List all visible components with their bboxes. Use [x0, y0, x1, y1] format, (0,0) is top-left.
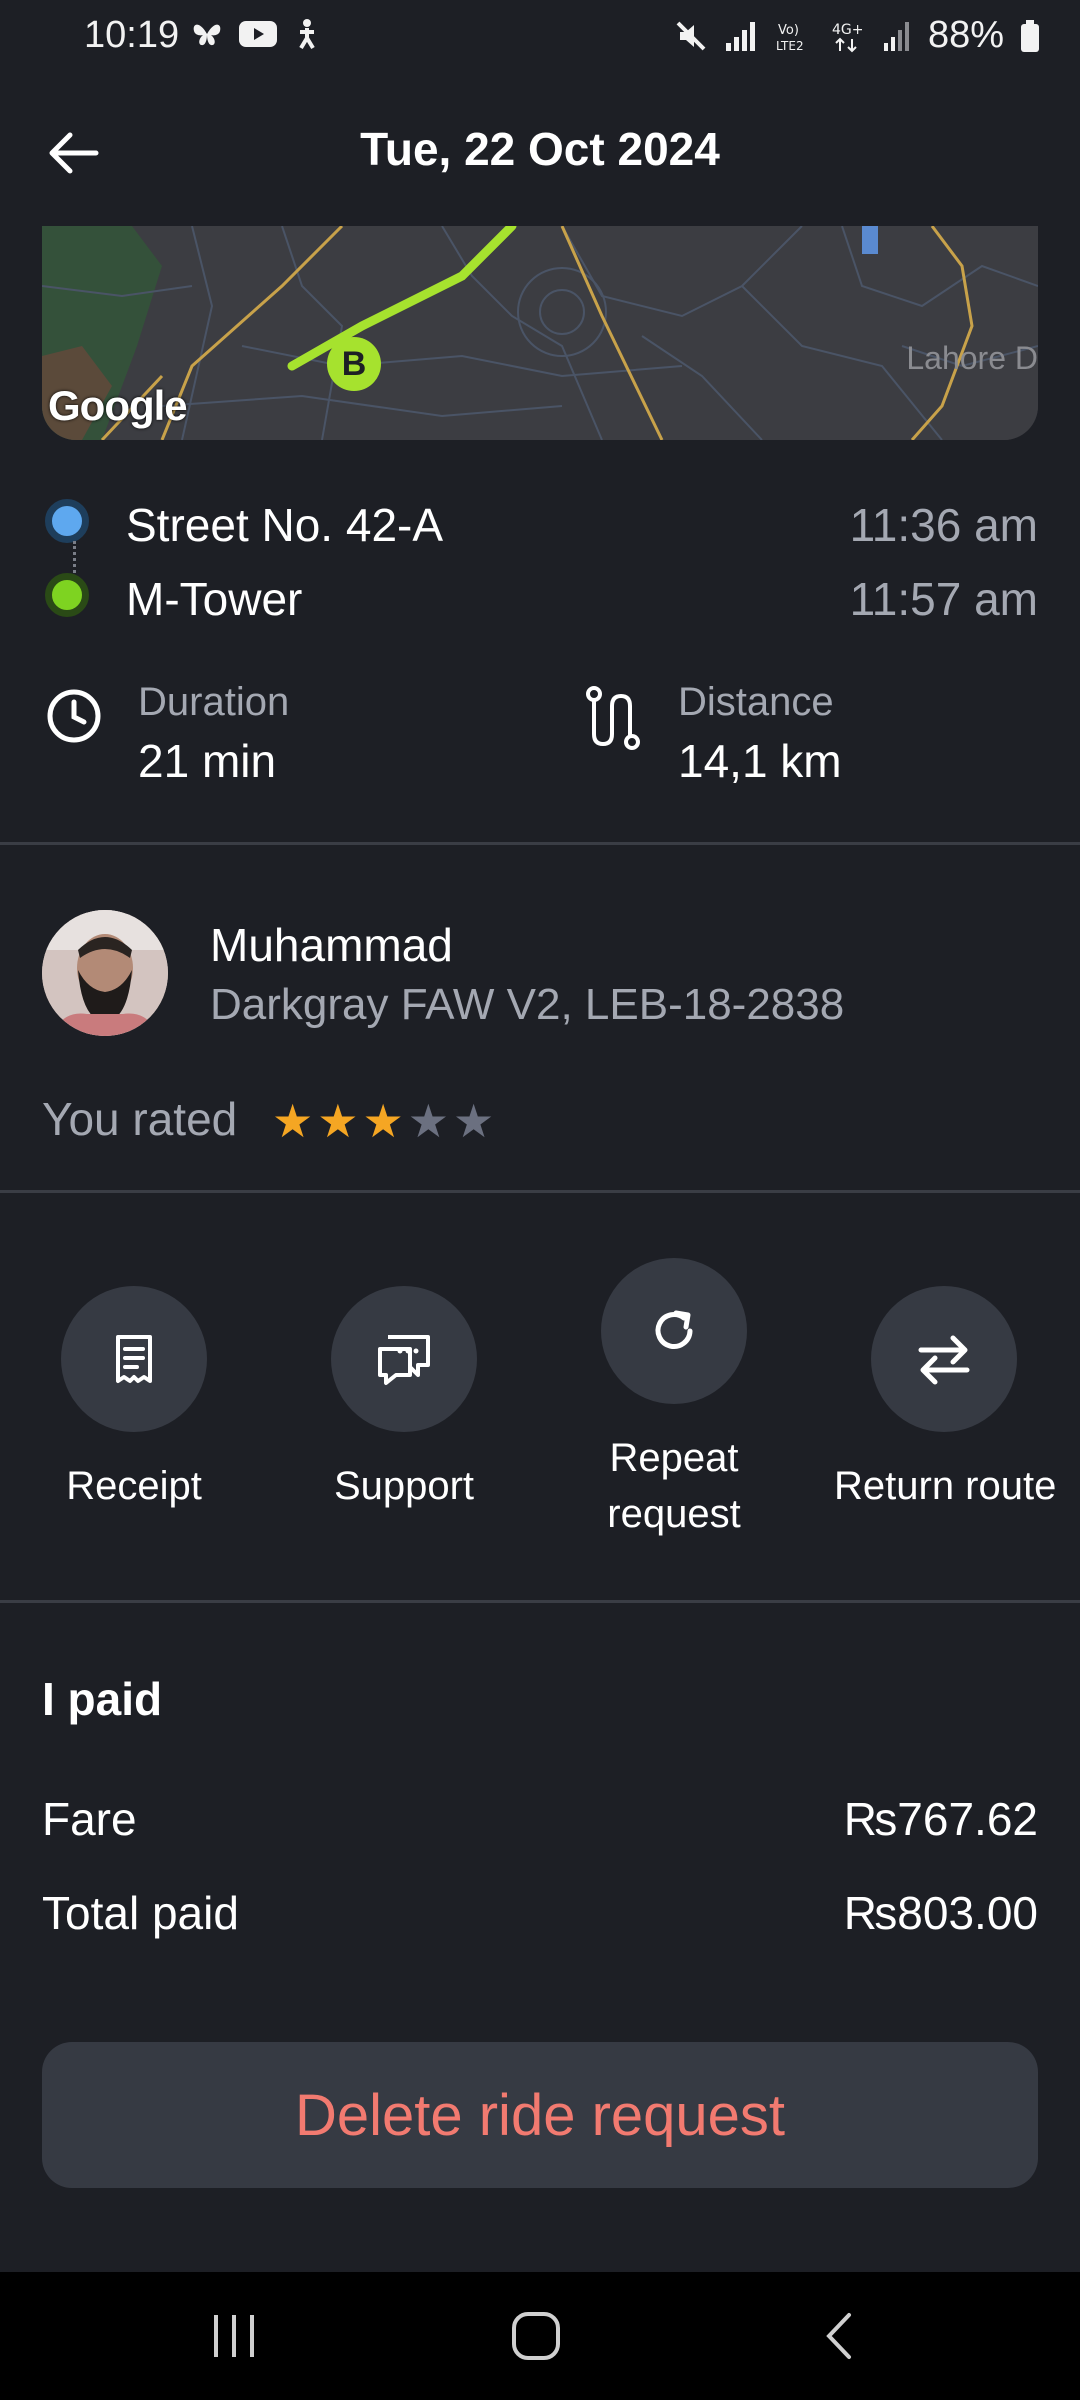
butterfly-icon — [193, 24, 221, 46]
distance-value: 14,1 km — [678, 735, 842, 787]
map-streets — [42, 226, 1038, 440]
star-filled-icon[interactable]: ★ — [317, 1096, 358, 1146]
distance-label: Distance — [678, 680, 834, 724]
dropoff-dot-icon — [45, 573, 89, 617]
divider — [0, 842, 1080, 845]
clock-icon — [47, 689, 101, 743]
star-empty-icon[interactable]: ★ — [453, 1096, 494, 1146]
recent-apps-icon — [214, 2315, 254, 2357]
driver-vehicle: Darkgray FAW V2, LEB-18-2838 — [210, 980, 845, 1029]
receipt-icon — [116, 1335, 152, 1383]
back-nav-button[interactable] — [738, 2272, 938, 2400]
chat-support-icon — [378, 1335, 430, 1385]
repeat-request-label: Repeat request — [607, 1436, 741, 1536]
duration-label: Duration — [138, 680, 290, 724]
rating-stars[interactable]: ★ ★ ★ ★ ★ — [272, 1096, 494, 1146]
dropoff-time: 11:57 am — [849, 573, 1038, 625]
star-filled-icon[interactable]: ★ — [272, 1096, 313, 1146]
support-button-circle[interactable] — [331, 1286, 477, 1432]
duration-value: 21 min — [138, 735, 277, 787]
system-navigation-bar — [0, 2272, 1080, 2400]
map-place-label: Lahore D — [906, 340, 1038, 376]
status-time: 10:19 — [84, 14, 180, 56]
recent-apps-button[interactable] — [134, 2272, 334, 2400]
status-notification-icons — [190, 18, 322, 50]
battery-percentage: 88% — [927, 14, 1004, 56]
volte-icon: Vo)LTE2 — [776, 23, 804, 53]
dropoff-address: M-Tower — [126, 573, 303, 625]
driver-avatar — [42, 910, 168, 1036]
repeat-request-button-circle[interactable] — [601, 1258, 747, 1404]
receipt-label: Receipt — [66, 1464, 202, 1508]
svg-text:Vo): Vo) — [778, 23, 799, 38]
star-filled-icon[interactable]: ★ — [363, 1096, 404, 1146]
fare-label: Fare — [42, 1793, 137, 1845]
return-route-button-circle[interactable] — [871, 1286, 1017, 1432]
driver-photo — [42, 910, 168, 1036]
driver-name: Muhammad — [210, 919, 453, 971]
route-map[interactable]: B Lahore D Google — [42, 226, 1038, 440]
payment-section-title: I paid — [42, 1673, 163, 1725]
signal-2-icon — [883, 21, 909, 51]
pickup-address: Street No. 42-A — [126, 499, 444, 551]
svg-text:4G+: 4G+ — [832, 22, 864, 38]
support-button[interactable]: Support — [294, 1286, 514, 1514]
mute-icon — [676, 21, 706, 50]
divider — [0, 1190, 1080, 1193]
return-route-button[interactable]: Return route — [834, 1286, 1057, 1514]
repeat-request-button[interactable]: Repeat request — [564, 1258, 784, 1542]
fare-value: ₨767.62 — [843, 1793, 1038, 1845]
total-paid-label: Total paid — [42, 1887, 239, 1939]
signal-icon — [725, 21, 755, 51]
battery-icon — [1021, 19, 1039, 52]
receipt-button[interactable]: Receipt — [24, 1286, 244, 1514]
home-button[interactable] — [436, 2272, 636, 2400]
support-label: Support — [333, 1464, 475, 1508]
destination-marker-label: B — [341, 345, 367, 383]
page-title: Tue, 22 Oct 2024 — [360, 123, 720, 175]
svg-text:LTE2: LTE2 — [776, 39, 804, 53]
total-paid-value: ₨803.00 — [843, 1887, 1038, 1939]
youtube-icon — [239, 21, 277, 47]
accessibility-icon — [299, 19, 315, 50]
home-icon — [512, 2312, 560, 2360]
google-attribution: Google — [48, 382, 188, 429]
status-system-icons: Vo) LTE2 4G+ 88% — [674, 14, 1040, 57]
swap-arrows-icon — [918, 1335, 970, 1385]
divider — [0, 1600, 1080, 1603]
pickup-time: 11:36 am — [849, 499, 1038, 551]
chevron-left-icon — [826, 2313, 851, 2359]
pickup-dot-icon — [45, 499, 89, 543]
rating-label: You rated — [42, 1093, 238, 1145]
receipt-button-circle[interactable] — [61, 1286, 207, 1432]
route-distance-icon — [586, 686, 640, 750]
repeat-icon — [655, 1310, 693, 1349]
delete-ride-request-button[interactable]: Delete ride request — [42, 2042, 1038, 2188]
return-route-label: Return route — [834, 1464, 1057, 1508]
star-empty-icon[interactable]: ★ — [408, 1096, 449, 1146]
4g-data-icon: 4G+ — [832, 22, 864, 52]
